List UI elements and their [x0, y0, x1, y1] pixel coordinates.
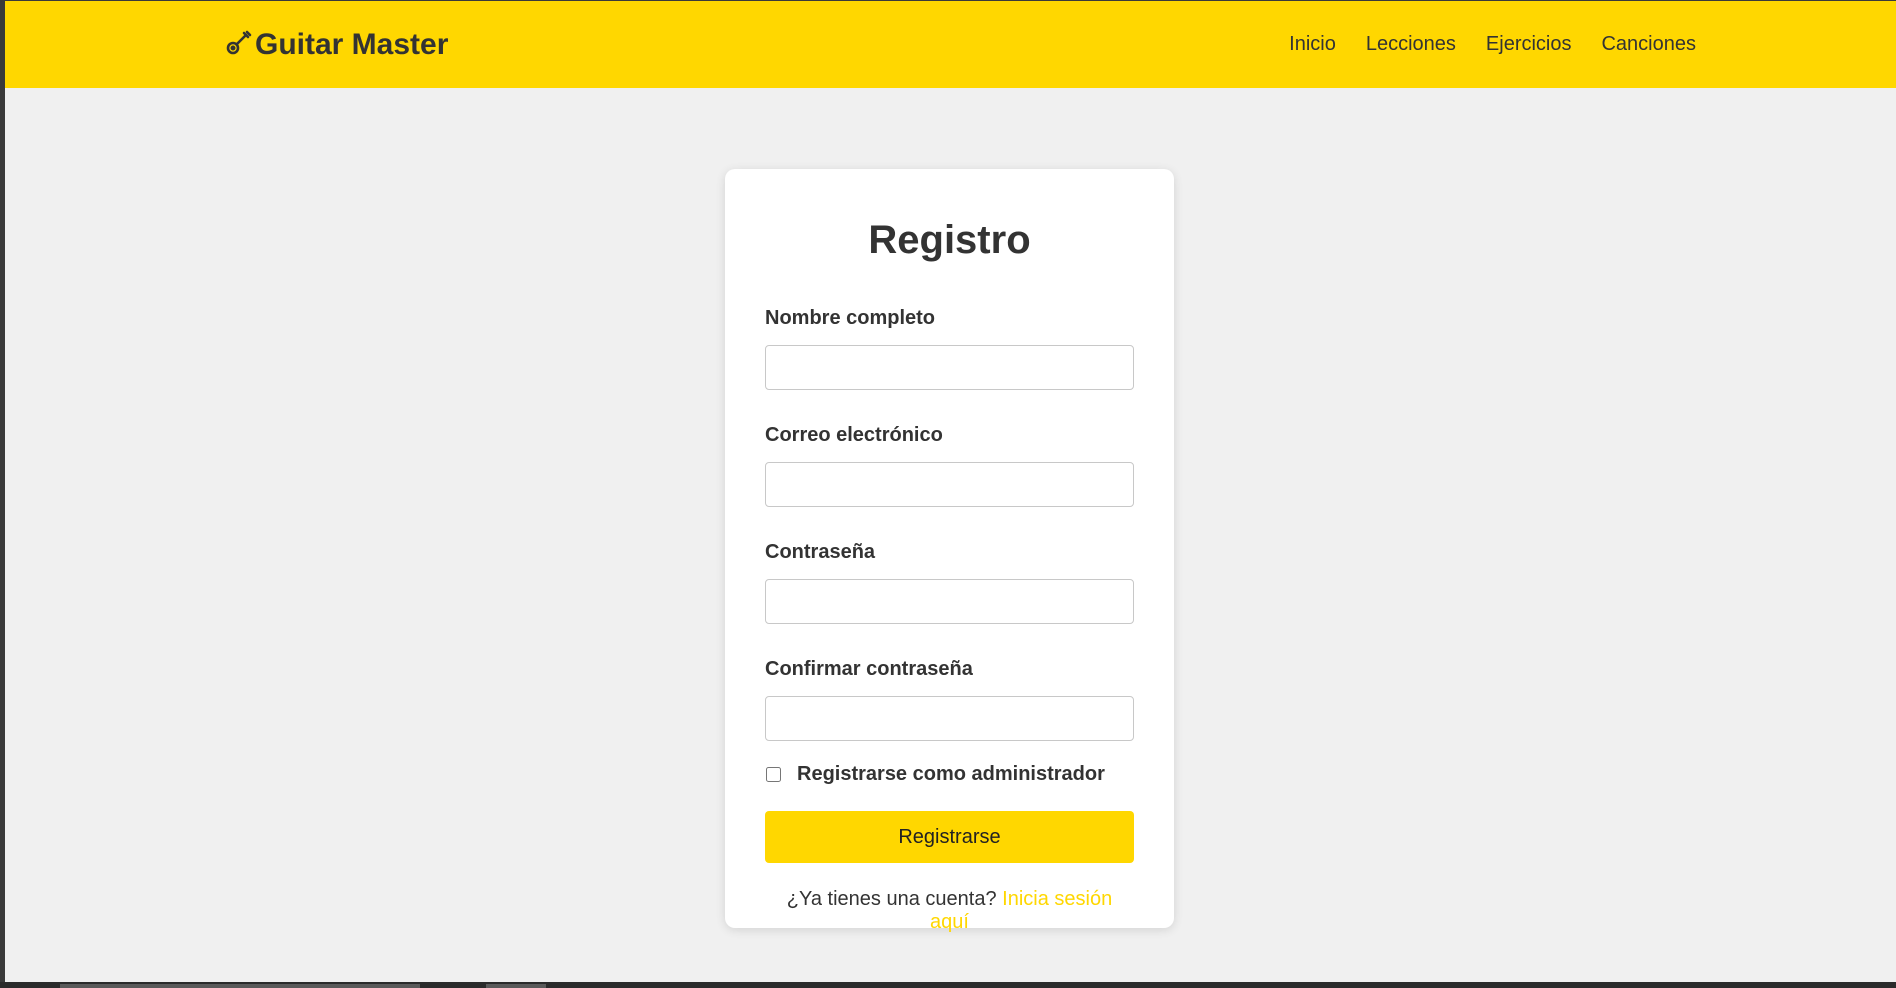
email-label: Correo electrónico	[765, 424, 943, 446]
nav-link-inicio[interactable]: Inicio	[1289, 33, 1336, 56]
register-button[interactable]: Registrarse	[765, 811, 1134, 863]
admin-option[interactable]: Registrarse como administrador	[765, 763, 1134, 786]
full-name-input[interactable]	[765, 345, 1134, 390]
brand-name: Guitar Master	[255, 27, 449, 61]
login-prompt-row: ¿Ya tienes una cuenta? Inicia sesión aqu…	[765, 888, 1134, 934]
confirm-password-label: Confirmar contraseña	[765, 658, 973, 680]
browser-viewport: Guitar Master Inicio Lecciones Ejercicio…	[5, 1, 1896, 982]
guitar-icon	[225, 28, 253, 61]
nav-link-canciones[interactable]: Canciones	[1601, 33, 1696, 56]
password-label: Contraseña	[765, 541, 876, 563]
admin-checkbox-label: Registrarse como administrador	[797, 763, 1105, 785]
email-input[interactable]	[765, 462, 1134, 507]
nav-link-ejercicios[interactable]: Ejercicios	[1486, 33, 1572, 56]
taskbar-strip	[0, 982, 1896, 988]
site-header: Guitar Master Inicio Lecciones Ejercicio…	[5, 1, 1896, 88]
password-group: Contraseña	[765, 540, 1134, 624]
register-card: Registro Nombre completo Correo electrón…	[725, 169, 1174, 933]
login-prompt-text: ¿Ya tienes una cuenta?	[786, 888, 997, 910]
main-nav: Inicio Lecciones Ejercicios Canciones	[1289, 33, 1696, 56]
taskbar-segment	[486, 984, 546, 988]
brand-logo[interactable]: Guitar Master	[225, 28, 448, 62]
full-name-group: Nombre completo	[765, 306, 1134, 390]
page-title: Registro	[868, 218, 1031, 262]
confirm-password-input[interactable]	[765, 696, 1134, 741]
email-group: Correo electrónico	[765, 423, 1134, 507]
password-input[interactable]	[765, 579, 1134, 624]
confirm-password-group: Confirmar contraseña	[765, 657, 1134, 741]
admin-checkbox[interactable]	[766, 767, 781, 782]
nav-link-lecciones[interactable]: Lecciones	[1366, 33, 1456, 56]
taskbar-segment	[60, 984, 420, 988]
full-name-label: Nombre completo	[765, 307, 936, 329]
